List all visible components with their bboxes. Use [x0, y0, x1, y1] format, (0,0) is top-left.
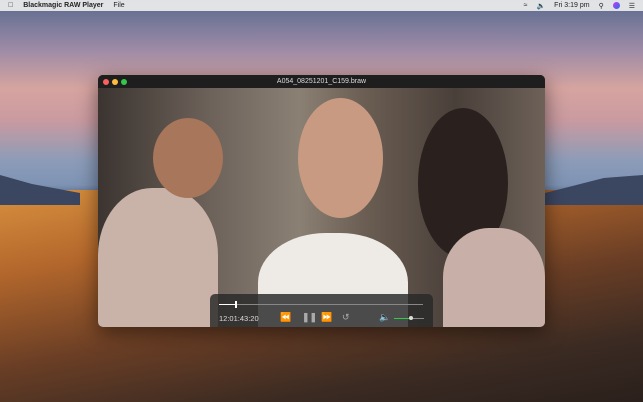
video-frame[interactable]: 12:01:43:20 ⏪ ❚❚ ⏩ ↺ 🔈 [98, 88, 545, 327]
wifi-icon[interactable]: ≈ [524, 2, 528, 9]
app-menu[interactable]: Blackmagic RAW Player [23, 2, 103, 9]
scrubber-handle[interactable] [235, 301, 237, 308]
loop-icon[interactable]: ↺ [342, 312, 350, 323]
close-button[interactable] [103, 78, 109, 85]
window-title: A054_08251201_C159.braw [276, 78, 367, 85]
rewind-icon[interactable]: ⏪ [280, 312, 291, 323]
apple-menu-icon[interactable]:  [8, 2, 13, 9]
spotlight-search-icon[interactable]: ⚲ [599, 2, 604, 10]
pause-icon[interactable]: ❚❚ [302, 312, 317, 323]
volume-slider[interactable] [394, 316, 424, 320]
volume-icon[interactable]: 🔈 [379, 312, 390, 323]
timecode: 12:01:43:20 [219, 314, 259, 323]
video-figure [98, 188, 218, 327]
menu-bar:  Blackmagic RAW Player File ≈ 🔈 Fri 3:1… [0, 0, 643, 11]
scrubber-progress [219, 304, 236, 305]
playback-controls: 12:01:43:20 ⏪ ❚❚ ⏩ ↺ 🔈 [210, 294, 433, 327]
zoom-button[interactable] [121, 78, 127, 85]
notification-center-icon[interactable]: ☰ [629, 2, 635, 10]
siri-icon[interactable] [612, 2, 620, 9]
scrubber[interactable] [219, 301, 423, 308]
video-figure [153, 118, 223, 198]
title-bar: A054_08251201_C159.braw [98, 75, 545, 88]
minimize-button[interactable] [112, 78, 118, 85]
fast-forward-icon[interactable]: ⏩ [321, 312, 332, 323]
clock[interactable]: Fri 3:19 pm [554, 2, 589, 9]
video-figure [298, 98, 383, 218]
volume-handle[interactable] [408, 316, 413, 320]
menu-file[interactable]: File [113, 2, 124, 9]
wallpaper-mountain [545, 175, 643, 205]
volume-icon[interactable]: 🔈 [536, 2, 545, 10]
video-figure [443, 228, 545, 327]
player-window: A054_08251201_C159.braw 12:01:43:20 ⏪ ❚❚… [98, 75, 545, 327]
